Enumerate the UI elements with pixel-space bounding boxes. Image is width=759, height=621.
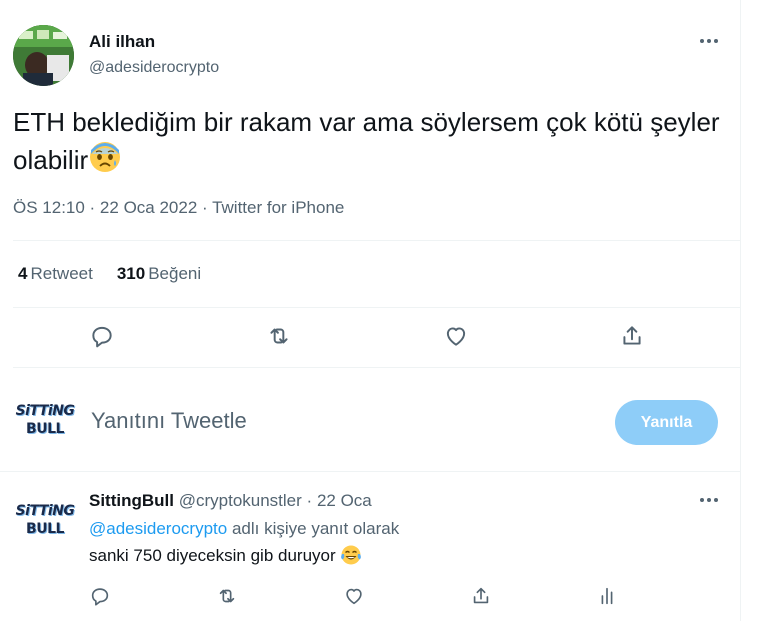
divider [13,307,740,308]
like-icon[interactable] [441,321,471,351]
reply-date[interactable]: 22 Oca [317,491,372,510]
reply-mention-link[interactable]: @adesiderocrypto [89,519,227,538]
replying-to-suffix: adlı kişiye yanıt olarak [231,519,400,538]
compose-avatar[interactable]: SiTTiNG BULL [15,404,75,444]
like-stat[interactable]: 310 Beğeni [117,264,201,284]
reply-retweet-icon[interactable] [212,581,242,611]
author-handle[interactable]: @adesiderocrypto [89,57,219,79]
compose-avatar-line1: SiTTiNG [15,403,75,419]
reply-analytics-icon[interactable] [592,581,622,611]
tweet-text: ETH beklediğim bir rakam var ama söylers… [13,104,733,183]
tweet-timestamp[interactable]: ÖS 12:10 · 22 Oca 2022 · Twitter for iPh… [13,198,344,218]
reply-text-content: sanki 750 diyeceksin gib duruyor [89,546,336,565]
reply-like-icon[interactable] [339,581,369,611]
divider [0,471,740,472]
reply-author-handle[interactable]: @cryptokunstler [179,491,302,510]
divider [13,367,740,368]
reply-text: sanki 750 diyeceksin gib duruyor [89,544,362,572]
author-block[interactable]: Ali ilhan @adesiderocrypto [89,31,219,79]
retweet-stat[interactable]: 4 Retweet [18,264,93,284]
reply-button[interactable]: Yanıtla [615,400,718,445]
divider [13,240,740,241]
reply-separator: · [306,491,313,510]
like-label: Beğeni [148,264,202,283]
reply-more-options-icon[interactable] [694,490,724,510]
replying-to: @adesiderocrypto adlı kişiye yanıt olara… [89,518,399,540]
retweet-label: Retweet [30,264,93,283]
anxious-face-emoji-icon [88,140,122,183]
reply-author-name[interactable]: SittingBull [89,491,174,510]
tears-of-joy-emoji-icon [340,544,362,572]
reply-share-icon[interactable] [466,581,496,611]
reply-avatar-line1: SiTTiNG [15,503,75,519]
column-border [740,0,741,621]
reply-author-avatar[interactable]: SiTTiNG BULL [15,504,75,544]
tweet-stats: 4 Retweet 310 Beğeni [18,264,201,284]
reply-icon[interactable] [87,321,117,351]
reply-input[interactable]: Yanıtını Tweetle [91,408,247,434]
reply-header: SittingBull @cryptokunstler · 22 Oca [89,490,372,512]
compose-avatar-line2: BULL [26,421,64,437]
more-options-icon[interactable] [694,31,724,51]
reply-avatar-line2: BULL [26,521,64,537]
author-avatar[interactable] [13,25,74,86]
author-name[interactable]: Ali ilhan [89,31,219,53]
retweet-count: 4 [18,264,28,283]
retweet-icon[interactable] [264,321,294,351]
reply-reply-icon[interactable] [85,581,115,611]
share-icon[interactable] [617,321,647,351]
like-count: 310 [116,264,146,283]
